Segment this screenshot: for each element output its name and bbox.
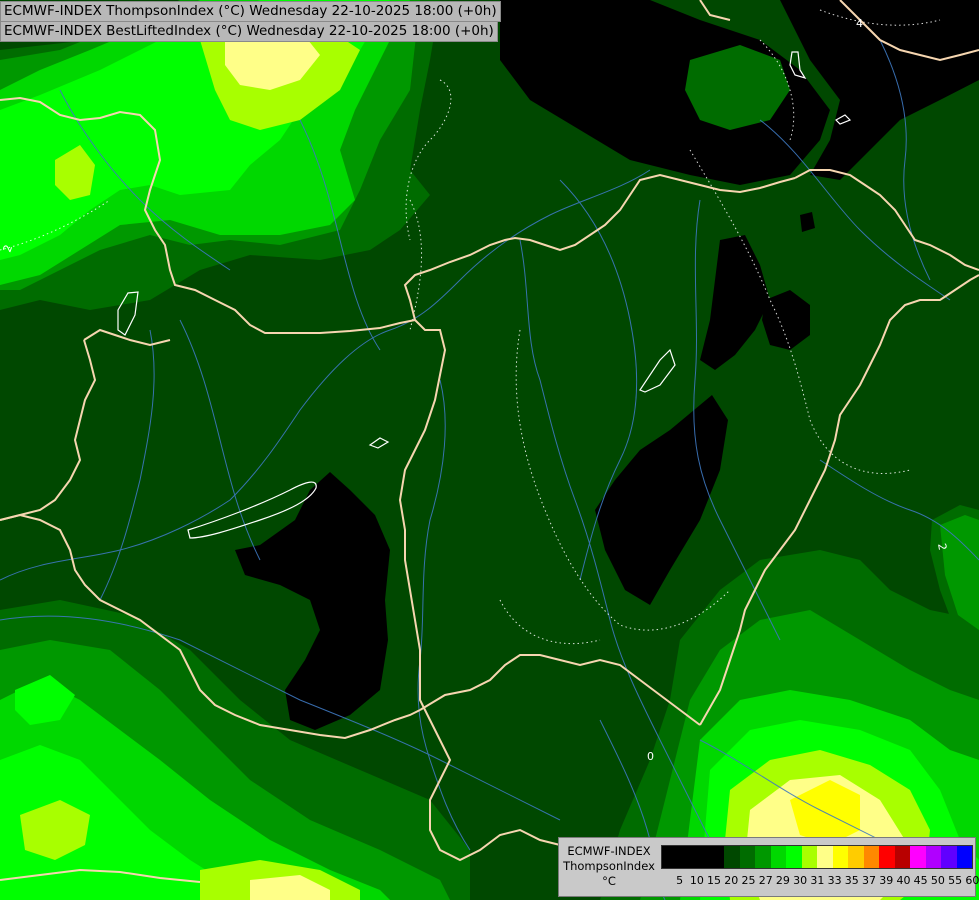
legend-tick: 27 [758,874,773,887]
legend-tick: 31 [810,874,825,887]
weather-map: 2 2 4 0 ECMWF-INDEX ThompsonIndex (°C) W… [0,0,979,900]
legend-tick: 5 [676,874,684,887]
legend-tick: 37 [862,874,877,887]
legend-tick: 10 [689,874,704,887]
thompson-index-map: 2 2 4 0 [0,0,979,900]
map-title-thompson-index: ECMWF-INDEX ThompsonIndex (°C) Wednesday… [0,1,501,22]
legend-swatch [863,846,879,868]
legend-tick: 15 [707,874,722,887]
legend-swatch [832,846,848,868]
legend-model: ECMWF-INDEX [567,844,651,858]
legend-tick: 50 [930,874,945,887]
legend-tick: 60 [965,874,979,887]
legend-swatch [770,846,786,868]
color-legend: ECMWF-INDEX ThompsonIndex °C 5 10 15 20 25 27… [558,837,979,897]
legend-swatch [848,846,864,868]
legend-tick: 39 [879,874,894,887]
legend-label-block: ECMWF-INDEX ThompsonIndex °C [559,844,659,889]
legend-color-scale [661,845,973,869]
legend-tick: 33 [827,874,842,887]
legend-swatch [817,846,833,868]
legend-tick: 25 [741,874,756,887]
legend-ticks: 5 10 15 20 25 27 29 30 31 33 35 37 39 40 45 50 55 60 [671,874,979,888]
legend-tick: 45 [913,874,928,887]
legend-swatch [693,846,709,868]
legend-tick: 35 [844,874,859,887]
legend-parameter: ThompsonIndex [563,859,655,873]
legend-tick: 29 [775,874,790,887]
map-title-best-lifted-index: ECMWF-INDEX BestLiftedIndex (°C) Wednesd… [0,21,498,42]
legend-swatch [879,846,895,868]
legend-swatch [708,846,724,868]
legend-swatch [739,846,755,868]
legend-swatch [941,846,957,868]
legend-swatch [801,846,817,868]
contour-label: 0 [647,750,654,763]
legend-swatch [956,846,972,868]
legend-swatch [786,846,802,868]
legend-swatch [662,846,678,868]
legend-swatch [677,846,693,868]
legend-swatch [755,846,771,868]
legend-swatch [925,846,941,868]
legend-unit: °C [602,874,616,888]
legend-tick: 40 [896,874,911,887]
legend-swatch [910,846,926,868]
legend-tick: 20 [724,874,739,887]
legend-tick: 55 [948,874,963,887]
legend-swatch [894,846,910,868]
legend-tick: 30 [793,874,808,887]
legend-swatch [724,846,740,868]
contour-label: 4 [856,17,863,30]
